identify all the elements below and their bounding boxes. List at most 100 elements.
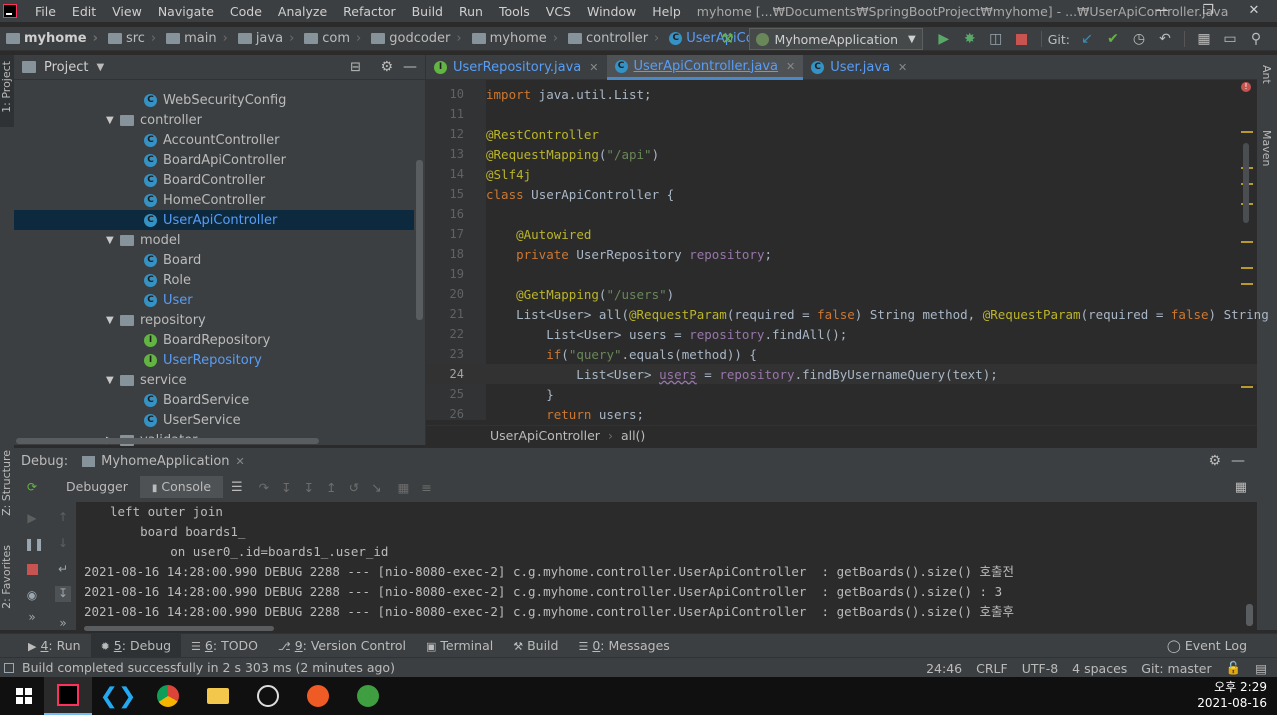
rerun-icon[interactable]: ⟳ <box>24 480 40 496</box>
scroll-down-icon[interactable]: ↓ <box>55 536 71 552</box>
breadcrumb-item[interactable]: java › <box>232 31 294 46</box>
git-branch[interactable]: Git: master <box>1141 661 1211 676</box>
breadcrumb-item[interactable]: controller › <box>562 31 659 46</box>
taskbar-intellij[interactable] <box>44 677 92 715</box>
taskbar-obs[interactable] <box>244 677 292 715</box>
pause-icon[interactable]: ❚❚ <box>24 537 44 553</box>
git-update-icon[interactable]: ↙ <box>1079 31 1095 47</box>
tool-tab-todo[interactable]: ☰ 6: TODO <box>181 634 268 658</box>
code-line[interactable]: 20 @GetMapping("/users") <box>426 284 1257 304</box>
menu-item-window[interactable]: Window <box>579 4 644 19</box>
scroll-to-end-icon[interactable]: ↧ <box>55 586 71 602</box>
minimize-icon[interactable]: — <box>1139 0 1185 22</box>
scroll-marker[interactable] <box>1241 241 1253 243</box>
menu-item-analyze[interactable]: Analyze <box>270 4 335 19</box>
more-icon[interactable]: » <box>24 610 40 626</box>
code-line[interactable]: 23 if("query".equals(method)) { <box>426 344 1257 364</box>
evaluate-expression-icon[interactable]: ▦ <box>398 480 410 495</box>
editor-tab[interactable]: C UserApiController.java ✕ <box>606 55 804 80</box>
coverage-icon[interactable]: ◫ <box>988 31 1004 47</box>
code-line[interactable]: 14 @Slf4j <box>426 164 1257 184</box>
tree-item[interactable]: C UserService <box>14 410 414 430</box>
restore-layout-icon[interactable]: ▦ <box>1235 480 1247 495</box>
chevron-down-icon[interactable]: ▼ <box>106 235 120 246</box>
code-line[interactable]: 17 @Autowired <box>426 224 1257 244</box>
stop-icon[interactable] <box>1014 31 1030 47</box>
collapse-all-icon[interactable]: ⊟ <box>350 60 361 75</box>
code-line[interactable]: 18 private UserRepository repository; <box>426 244 1257 264</box>
console-scrollbar[interactable] <box>1246 604 1253 626</box>
view-breakpoints-icon[interactable]: ◉ <box>24 588 40 604</box>
code-line[interactable]: 12 @RestController <box>426 124 1257 144</box>
tree-scrollbar-vertical[interactable] <box>416 160 423 320</box>
indent-setting[interactable]: 4 spaces <box>1072 661 1127 676</box>
taskbar-chrome[interactable] <box>144 677 192 715</box>
trace-icon[interactable]: ≡ <box>421 480 431 495</box>
breadcrumb-item[interactable]: com › <box>298 31 361 46</box>
scroll-marker[interactable] <box>1241 267 1253 269</box>
code-line[interactable]: 15 class UserApiController { <box>426 184 1257 204</box>
scroll-marker[interactable] <box>1241 283 1253 285</box>
breadcrumb-item[interactable]: main › <box>160 31 228 46</box>
breadcrumb-item[interactable]: src › <box>102 31 156 46</box>
presentation-icon[interactable]: ▭ <box>1222 31 1238 47</box>
tree-item[interactable]: C Role <box>14 270 414 290</box>
tree-item[interactable]: C AccountController <box>14 130 414 150</box>
editor-breadcrumb-class[interactable]: UserApiController <box>490 428 600 443</box>
scroll-up-icon[interactable]: ↑ <box>55 510 71 526</box>
editor-breadcrumb-method[interactable]: all() <box>621 428 645 443</box>
menu-item-edit[interactable]: Edit <box>64 4 104 19</box>
restore-icon[interactable]: ❐ <box>1185 0 1231 22</box>
tab-debugger[interactable]: Debugger <box>54 476 140 498</box>
git-rollback-icon[interactable]: ↶ <box>1157 31 1173 47</box>
scroll-marker[interactable] <box>1241 386 1253 388</box>
tree-item[interactable]: I BoardRepository <box>14 330 414 350</box>
menu-item-file[interactable]: File <box>27 4 64 19</box>
code-line[interactable]: 10 import java.util.List; <box>426 84 1257 104</box>
event-log-button[interactable]: ◯ Event Log <box>1167 638 1247 653</box>
chevron-down-icon[interactable]: ▼ <box>106 115 120 126</box>
console-output[interactable]: left outer join board boards1_ on user0_… <box>76 502 1257 630</box>
tree-item[interactable]: ▼ service <box>14 370 414 390</box>
soft-wrap-icon[interactable]: ↵ <box>55 562 71 578</box>
code-line[interactable]: 11 <box>426 104 1257 124</box>
breadcrumb-item[interactable]: godcoder › <box>365 31 462 46</box>
menu-item-tools[interactable]: Tools <box>491 4 538 19</box>
taskbar-vscode[interactable]: ❮❯ <box>94 677 142 715</box>
tree-item[interactable]: ▼ controller <box>14 110 414 130</box>
more-icon[interactable]: » <box>55 616 71 632</box>
code-line[interactable]: 24 List<User> users = repository.findByU… <box>426 364 1257 384</box>
menu-item-build[interactable]: Build <box>404 4 451 19</box>
code-line[interactable]: 21 List<User> all(@RequestParam(required… <box>426 304 1277 324</box>
close-icon[interactable]: ✕ <box>786 60 795 73</box>
tree-scrollbar-horizontal[interactable] <box>16 438 319 444</box>
menu-item-code[interactable]: Code <box>222 4 270 19</box>
tool-tab-debug[interactable]: ✹ 5: Debug <box>90 633 182 658</box>
step-over-icon[interactable]: ↷ <box>259 480 269 495</box>
step-into-icon[interactable]: ↧ <box>281 480 291 495</box>
tool-tab-build[interactable]: ⚒ Build <box>503 634 568 658</box>
toggle-tool-windows-icon[interactable] <box>4 662 14 673</box>
gear-icon[interactable]: ⚙ <box>380 59 393 75</box>
tree-item[interactable]: C User <box>14 290 414 310</box>
menu-item-run[interactable]: Run <box>451 4 491 19</box>
file-encoding[interactable]: UTF-8 <box>1022 661 1058 676</box>
tree-item[interactable]: C Board <box>14 250 414 270</box>
tool-tab-run[interactable]: ▶ 4: Run <box>18 634 91 658</box>
maven-tool-tab[interactable]: Maven <box>1260 130 1273 166</box>
run-icon[interactable]: ▶ <box>936 31 952 47</box>
code-line[interactable]: 25 } <box>426 384 1257 404</box>
code-line[interactable]: 26 return users; <box>426 404 1257 424</box>
debug-session-tab[interactable]: MyhomeApplication ✕ <box>82 454 245 469</box>
chevron-down-icon[interactable]: ▼ <box>106 375 120 386</box>
run-to-cursor-icon[interactable]: ↘ <box>371 480 381 495</box>
lock-icon[interactable]: 🔓 <box>1226 660 1242 676</box>
gear-icon[interactable]: ⚙ <box>1208 453 1221 469</box>
code-line[interactable]: 16 <box>426 204 1257 224</box>
system-clock[interactable]: 오후 2:29 2021-08-16 <box>1197 679 1267 711</box>
menu-item-refactor[interactable]: Refactor <box>335 4 403 19</box>
code-line[interactable]: 13 @RequestMapping("/api") <box>426 144 1257 164</box>
status-message[interactable]: Build completed successfully in 2 s 303 … <box>22 660 395 675</box>
console-hscrollbar[interactable] <box>84 626 274 631</box>
editor-scrollbar[interactable] <box>1243 143 1249 223</box>
